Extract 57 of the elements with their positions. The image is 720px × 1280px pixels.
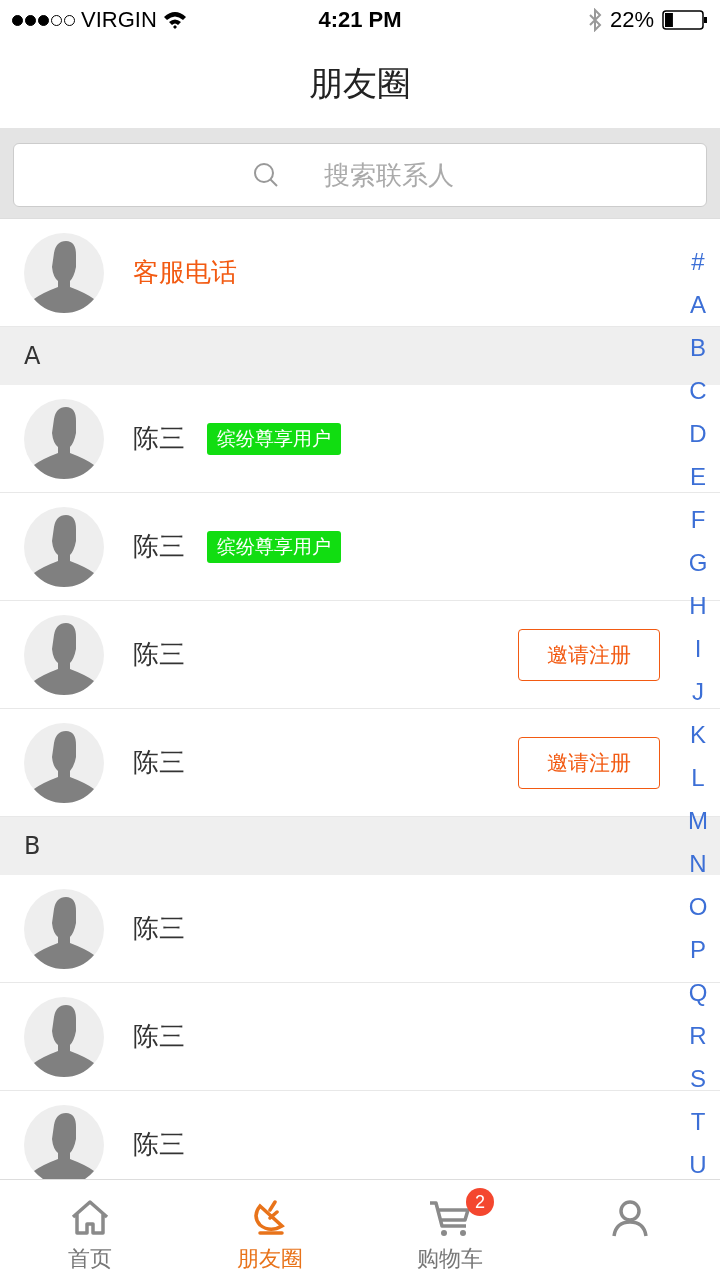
contact-name: 陈三 xyxy=(133,530,185,563)
page-title: 朋友圈 xyxy=(309,62,411,105)
avatar-icon xyxy=(24,506,104,587)
index-letter[interactable]: C xyxy=(689,369,707,412)
avatar-icon xyxy=(24,614,104,695)
search-icon xyxy=(253,162,279,188)
member-tag: 缤纷尊享用户 xyxy=(207,422,341,455)
index-letter[interactable]: A xyxy=(690,283,706,326)
search-field[interactable]: 搜索联系人 xyxy=(13,143,707,207)
section-letter: A xyxy=(24,342,41,370)
count-badge: 2 xyxy=(466,1188,494,1216)
contact-name: 陈三 xyxy=(133,1020,185,1053)
index-letter[interactable]: N xyxy=(689,842,707,885)
contact-name: 陈三 xyxy=(133,638,185,671)
index-letter[interactable]: O xyxy=(688,885,708,928)
index-letter[interactable]: D xyxy=(689,412,707,455)
index-letter[interactable]: # xyxy=(691,240,705,283)
index-letter[interactable]: H xyxy=(689,584,707,627)
bluetooth-icon xyxy=(587,8,602,32)
index-letter[interactable]: I xyxy=(694,627,702,670)
battery-icon xyxy=(662,10,708,30)
index-letter[interactable]: J xyxy=(692,670,704,713)
index-letter[interactable]: K xyxy=(690,713,706,756)
tab[interactable]: 朋友圈 xyxy=(180,1180,360,1280)
avatar-icon xyxy=(24,722,104,803)
index-letter[interactable]: F xyxy=(690,498,706,541)
invite-button[interactable]: 邀请注册 xyxy=(518,736,660,789)
tab[interactable]: 2 购物车 xyxy=(360,1180,540,1280)
cart-icon xyxy=(428,1198,472,1238)
tab[interactable]: 首页 xyxy=(0,1180,180,1280)
index-letter[interactable]: R xyxy=(689,1014,707,1057)
contact-name: 陈三 xyxy=(133,912,185,945)
contact-name: 陈三 xyxy=(133,422,185,455)
index-letter[interactable]: M xyxy=(688,799,708,842)
index-letter[interactable]: B xyxy=(690,326,706,369)
index-letter[interactable]: L xyxy=(691,756,705,799)
avatar-icon xyxy=(24,996,104,1077)
wifi-icon xyxy=(162,10,187,30)
index-letter[interactable]: U xyxy=(689,1143,707,1186)
avatar-icon xyxy=(24,232,104,313)
clock: 4:21 PM xyxy=(317,7,403,33)
index-letter[interactable]: S xyxy=(690,1057,706,1100)
index-letter[interactable]: G xyxy=(688,541,708,584)
member-tag: 缤纷尊享用户 xyxy=(207,530,341,563)
section-letter: B xyxy=(24,832,41,860)
service-hotline[interactable]: 客服电话 xyxy=(133,255,237,290)
contact-name: 陈三 xyxy=(133,746,185,779)
index-letter[interactable]: T xyxy=(690,1100,706,1143)
contact-name: 陈三 xyxy=(133,1128,185,1161)
index-letter[interactable]: E xyxy=(690,455,706,498)
index-letter[interactable]: Q xyxy=(688,971,708,1014)
invite-button[interactable]: 邀请注册 xyxy=(518,628,660,681)
index-letter[interactable]: P xyxy=(690,928,706,971)
avatar-icon xyxy=(24,398,104,479)
battery-percent: 22% xyxy=(609,7,654,33)
carrier-name: VIRGIN xyxy=(81,7,157,33)
avatar-icon xyxy=(24,888,104,969)
